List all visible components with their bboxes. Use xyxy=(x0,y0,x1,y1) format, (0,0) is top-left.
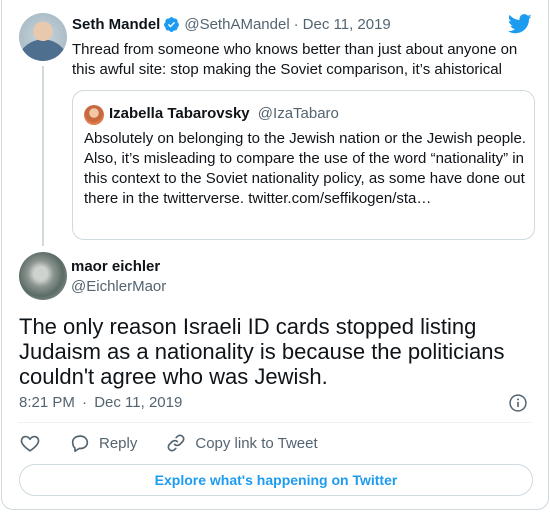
quoted-author-handle[interactable]: @IzaTabaro xyxy=(258,105,339,122)
header-separator: · xyxy=(293,16,299,33)
copy-link-button[interactable]: Copy link to Tweet xyxy=(165,432,318,454)
tweet-time: 8:21 PM xyxy=(19,394,75,411)
actions-divider xyxy=(18,422,532,423)
reply-button[interactable]: Reply xyxy=(69,432,137,454)
parent-author-name[interactable]: Seth Mandel xyxy=(72,16,160,33)
quoted-author-avatar[interactable] xyxy=(84,105,104,125)
main-author-avatar[interactable] xyxy=(19,252,67,300)
info-icon[interactable] xyxy=(508,393,528,413)
copy-link-label: Copy link to Tweet xyxy=(195,434,318,452)
main-author-name[interactable]: maor eichler xyxy=(71,258,160,275)
timestamp-separator: · xyxy=(82,394,88,411)
quoted-tweet-header: Izabella Tabarovsky @IzaTabaro xyxy=(109,105,339,122)
tweet-actions-bar: Reply Copy link to Tweet xyxy=(19,432,346,454)
quoted-tweet-text: Absolutely on belonging to the Jewish na… xyxy=(84,130,526,207)
tweet-embed-card: Seth Mandel @SethAMandel · Dec 11, 2019 … xyxy=(1,0,549,510)
parent-tweet-date[interactable]: Dec 11, 2019 xyxy=(303,16,391,33)
main-author-handle[interactable]: @EichlerMaor xyxy=(71,278,166,295)
reply-label: Reply xyxy=(99,434,138,452)
parent-tweet-header: Seth Mandel @SethAMandel · Dec 11, 2019 xyxy=(72,16,391,33)
twitter-bird-icon[interactable] xyxy=(508,14,532,34)
verified-badge-icon xyxy=(164,17,180,32)
main-tweet-text: The only reason Israeli ID cards stopped… xyxy=(19,314,505,389)
thread-connector-line xyxy=(42,66,44,246)
tweet-date: Dec 11, 2019 xyxy=(94,394,183,411)
link-icon xyxy=(167,434,185,452)
heart-icon xyxy=(20,435,40,452)
tweet-timestamp[interactable]: 8:21 PM · Dec 11, 2019 xyxy=(19,394,182,411)
parent-author-handle[interactable]: @SethAMandel xyxy=(184,16,289,33)
speech-bubble-icon xyxy=(71,435,89,453)
explore-twitter-button[interactable]: Explore what's happening on Twitter xyxy=(19,464,533,496)
parent-tweet-text: Thread from someone who knows better tha… xyxy=(72,41,518,78)
quoted-author-name[interactable]: Izabella Tabarovsky xyxy=(109,105,250,122)
like-button[interactable] xyxy=(19,432,41,454)
quoted-tweet[interactable]: Izabella Tabarovsky @IzaTabaro Absolutel… xyxy=(72,90,535,240)
parent-avatar[interactable] xyxy=(19,13,67,61)
